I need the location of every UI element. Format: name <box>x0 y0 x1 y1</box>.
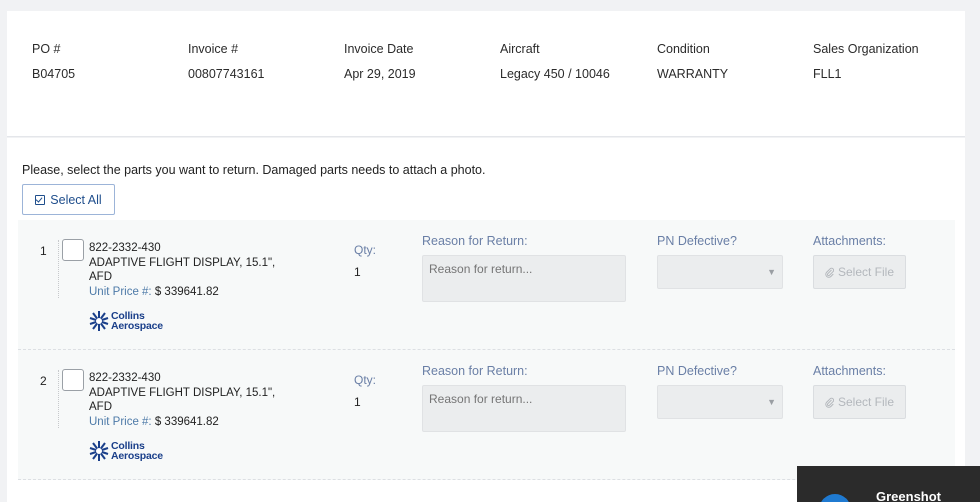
reason-textarea[interactable] <box>422 255 626 302</box>
invoice-date-column: Invoice Date Apr 29, 2019 <box>344 42 416 81</box>
part-description: ADAPTIVE FLIGHT DISPLAY, 15.1", AFD <box>89 257 276 283</box>
part-description: ADAPTIVE FLIGHT DISPLAY, 15.1", AFD <box>89 387 276 413</box>
unit-price-label: Unit Price #: <box>89 416 152 428</box>
po-value: B04705 <box>32 67 76 81</box>
pn-defective-select[interactable]: ▼ <box>657 255 783 289</box>
qty-value: 1 <box>354 265 361 279</box>
select-file-label: Select File <box>837 265 895 279</box>
po-column: PO # B04705 <box>32 42 75 81</box>
condition-label: Condition <box>657 42 710 56</box>
collins-aerospace-logo: Collins Aerospace <box>89 438 169 464</box>
select-all-label: Select All <box>50 192 102 207</box>
aircraft-column: Aircraft Legacy 450 / 10046 <box>500 42 610 81</box>
checkbox-icon <box>35 194 46 205</box>
aircraft-value: Legacy 450 / 10046 <box>500 67 610 81</box>
brand-text: Collins Aerospace <box>111 311 163 332</box>
paperclip-icon <box>825 267 834 278</box>
qty-label: Qty: <box>354 373 377 387</box>
invoice-date-value: Apr 29, 2019 <box>344 67 416 81</box>
part-row: 1 822-2332-430 ADAPTIVE FLIGHT DISPLAY, … <box>18 220 955 350</box>
row-index: 2 <box>40 374 47 388</box>
dropdown-caret-icon: ▼ <box>767 267 776 277</box>
unit-price-value: $ 339641.82 <box>154 286 219 298</box>
part-row: 2 822-2332-430 ADAPTIVE FLIGHT DISPLAY, … <box>18 350 955 480</box>
reason-label: Reason for Return: <box>422 364 528 378</box>
row-divider <box>58 370 59 428</box>
paperclip-icon <box>825 397 834 408</box>
part-number: 822-2332-430 <box>89 242 161 254</box>
select-file-button[interactable]: Select File <box>813 385 906 419</box>
unit-price: Unit Price #: $ 339641.82 <box>89 416 219 428</box>
unit-price-value: $ 339641.82 <box>154 416 219 428</box>
invoice-label: Invoice # <box>188 42 239 56</box>
part-select-checkbox[interactable] <box>62 239 84 261</box>
unit-price: Unit Price #: $ 339641.82 <box>89 286 219 298</box>
sales-org-value: FLL1 <box>813 67 842 81</box>
po-label: PO # <box>32 42 61 56</box>
order-summary-card: PO # B04705 Invoice # 00807743161 Invoic… <box>7 11 965 137</box>
condition-value: WARRANTY <box>657 67 729 81</box>
collins-aerospace-logo: Collins Aerospace <box>89 308 169 334</box>
sales-org-column: Sales Organization FLL1 <box>813 42 919 81</box>
notification-app-name: Greenshot <box>876 489 942 502</box>
invoice-value: 00807743161 <box>188 67 265 81</box>
part-select-checkbox[interactable] <box>62 369 84 391</box>
greenshot-notification[interactable]: Greenshot <box>797 466 980 502</box>
select-all-button[interactable]: Select All <box>22 184 115 215</box>
pn-defective-label: PN Defective? <box>657 364 737 378</box>
part-number: 822-2332-430 <box>89 372 161 384</box>
dropdown-caret-icon: ▼ <box>767 397 776 407</box>
attachments-label: Attachments: <box>813 364 886 378</box>
qty-label: Qty: <box>354 243 377 257</box>
greenshot-icon <box>819 494 851 502</box>
instruction-text: Please, select the parts you want to ret… <box>22 163 486 177</box>
reason-textarea[interactable] <box>422 385 626 432</box>
row-divider <box>58 240 59 298</box>
pn-defective-label: PN Defective? <box>657 234 737 248</box>
invoice-column: Invoice # 00807743161 <box>188 42 264 81</box>
aircraft-label: Aircraft <box>500 42 540 56</box>
sales-org-label: Sales Organization <box>813 42 919 56</box>
attachments-label: Attachments: <box>813 234 886 248</box>
brand-line-2: Aerospace <box>111 450 163 462</box>
return-parts-panel: Please, select the parts you want to ret… <box>7 138 965 502</box>
qty-value: 1 <box>354 395 361 409</box>
reason-label: Reason for Return: <box>422 234 528 248</box>
pn-defective-select[interactable]: ▼ <box>657 385 783 419</box>
unit-price-label: Unit Price #: <box>89 286 152 298</box>
brand-line-2: Aerospace <box>111 320 163 332</box>
row-index: 1 <box>40 244 47 258</box>
collins-burst-icon <box>89 441 109 461</box>
select-file-button[interactable]: Select File <box>813 255 906 289</box>
invoice-date-label: Invoice Date <box>344 42 414 56</box>
brand-text: Collins Aerospace <box>111 441 163 462</box>
select-file-label: Select File <box>837 395 895 409</box>
collins-burst-icon <box>89 311 109 331</box>
condition-column: Condition WARRANTY <box>657 42 728 81</box>
